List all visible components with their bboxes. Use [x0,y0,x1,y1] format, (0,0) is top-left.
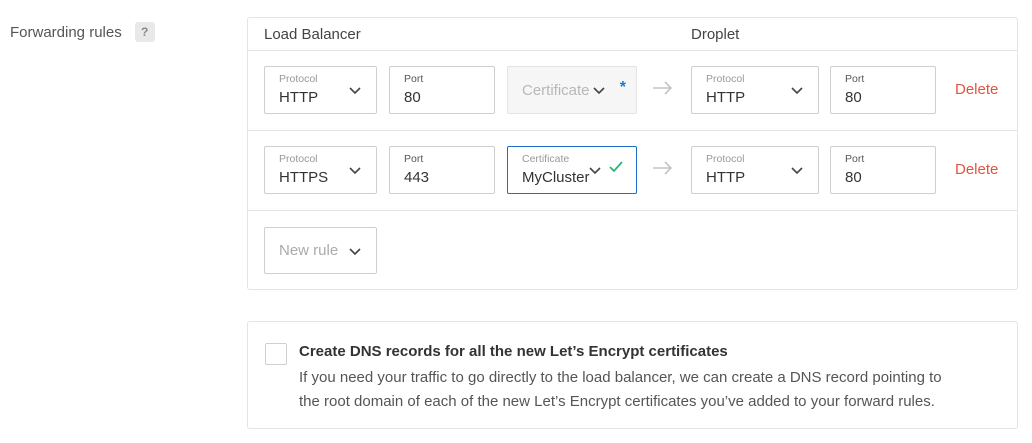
chevron-down-icon [589,167,601,175]
chevron-down-icon [791,167,803,175]
dns-checkbox[interactable] [265,343,287,365]
field-label: Port [845,73,865,85]
field-label: Port [404,73,424,85]
droplet-protocol-select[interactable]: Protocol HTTP [691,66,819,114]
field-label: Protocol [706,153,745,165]
field-label: Protocol [279,73,318,85]
load-balancer-heading: Load Balancer [264,26,361,43]
row-divider [248,130,1017,131]
forwarding-rules-label: Forwarding rules ? [10,22,155,42]
delete-rule-link[interactable]: Delete [955,161,998,178]
field-value: 80 [404,89,421,106]
dns-option-title: Create DNS records for all the new Let’s… [299,343,728,360]
certificate-select[interactable]: Certificate * [507,66,637,114]
field-label: Port [404,153,424,165]
field-label: Protocol [706,73,745,85]
field-value: 80 [845,89,862,106]
delete-rule-link[interactable]: Delete [955,81,998,98]
dns-description-line: If you need your traffic to go directly … [299,369,942,386]
field-value: 443 [404,169,430,186]
new-rule-placeholder: New rule [279,242,339,259]
table-header: Load Balancer Droplet [248,18,1017,51]
field-value: HTTP [706,169,746,186]
dns-records-option: Create DNS records for all the new Let’s… [247,321,1018,429]
chevron-down-icon [791,87,803,95]
field-value: HTTPS [279,169,329,186]
help-icon[interactable]: ? [134,22,155,42]
field-value: HTTP [279,89,319,106]
field-value: MyCluster [522,169,590,186]
chevron-down-icon [593,87,605,95]
arrow-right-icon [653,81,673,95]
chevron-down-icon [349,248,361,256]
droplet-protocol-select[interactable]: Protocol HTTP [691,146,819,194]
field-label: Port [845,153,865,165]
lb-port-input[interactable]: Port 443 [389,146,495,194]
field-value: HTTP [706,89,746,106]
lb-protocol-select[interactable]: Protocol HTTPS [264,146,377,194]
new-rule-select[interactable]: New rule [264,227,377,274]
field-value: 80 [845,169,862,186]
lb-port-input[interactable]: Port 80 [389,66,495,114]
dns-description-line: the root domain of each of the new Let’s… [299,393,935,410]
certificate-placeholder: Certificate [522,82,590,99]
dns-option-description: If you need your traffic to go directly … [299,366,999,414]
chevron-down-icon [349,87,361,95]
droplet-port-input[interactable]: Port 80 [830,146,936,194]
required-marker: * [619,79,626,96]
certificate-select[interactable]: Certificate MyCluster [507,146,637,194]
section-title: Forwarding rules [10,23,122,41]
chevron-down-icon [349,167,361,175]
row-divider [248,210,1017,211]
lb-protocol-select[interactable]: Protocol HTTP [264,66,377,114]
droplet-heading: Droplet [691,26,740,43]
arrow-right-icon [653,161,673,175]
field-label: Certificate [522,153,570,165]
check-icon [609,161,623,173]
field-label: Protocol [279,153,318,165]
droplet-port-input[interactable]: Port 80 [830,66,936,114]
forwarding-rules-table: Load Balancer Droplet Protocol HTTP Port… [247,17,1018,290]
